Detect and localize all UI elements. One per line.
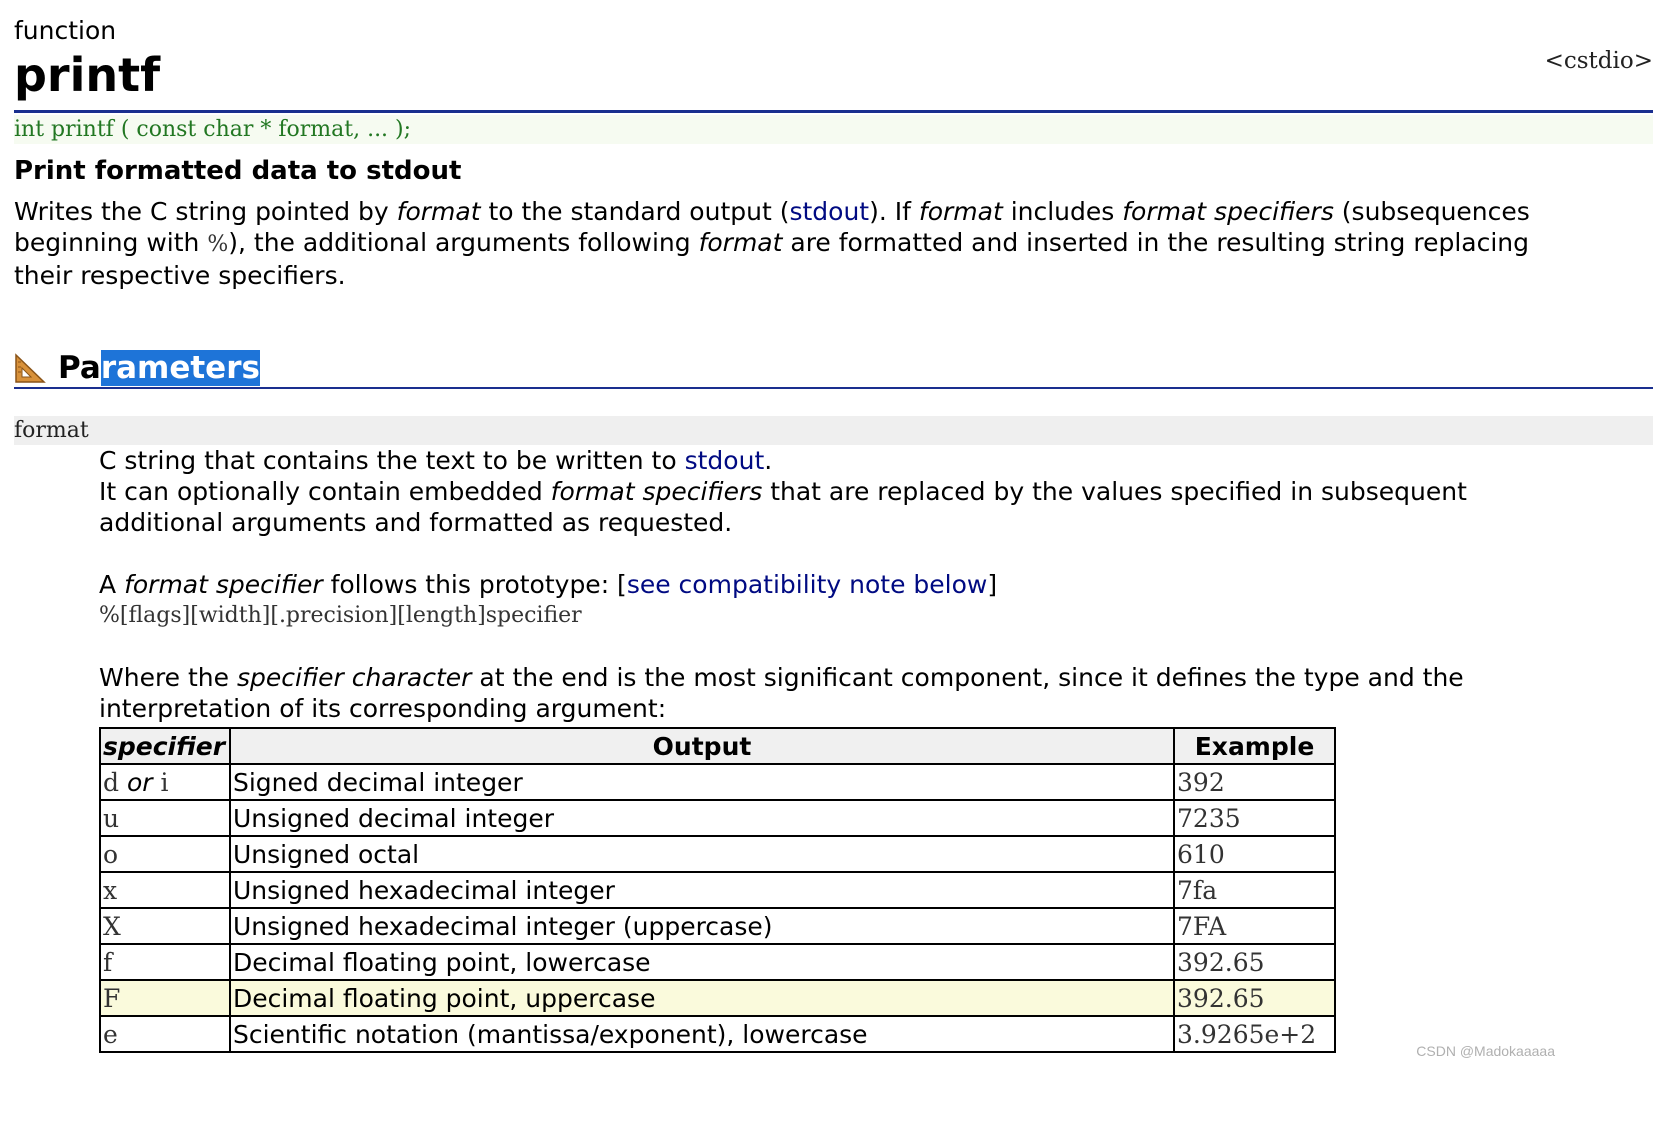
param-description: C string that contains the text to be wr… bbox=[99, 445, 1569, 724]
output-cell: Unsigned decimal integer bbox=[228, 799, 1176, 837]
selected-text: rameters bbox=[100, 350, 260, 386]
table-row: o Unsigned octal 610 bbox=[99, 835, 1336, 873]
specifier-prototype: %[flags][width][.precision][length]speci… bbox=[99, 603, 582, 628]
output-cell: Scientific notation (mantissa/exponent),… bbox=[228, 1015, 1176, 1053]
example-cell: 7235 bbox=[1173, 799, 1336, 837]
example-cell: 7FA bbox=[1173, 907, 1336, 945]
output-cell: Unsigned octal bbox=[228, 835, 1176, 873]
table-row-highlighted: F Decimal floating point, uppercase 392.… bbox=[99, 979, 1336, 1017]
stdout-link-2[interactable]: stdout bbox=[685, 446, 765, 475]
set-square-icon bbox=[15, 353, 46, 383]
output-cell: Decimal floating point, lowercase bbox=[228, 943, 1176, 981]
parameters-title: Parameters bbox=[58, 350, 260, 386]
table-row: X Unsigned hexadecimal integer (uppercas… bbox=[99, 907, 1336, 945]
specifier-cell: d or i bbox=[99, 763, 231, 801]
col-header-specifier: specifier bbox=[99, 727, 231, 765]
watermark: CSDN @Madokaaaaa bbox=[1416, 1043, 1555, 1059]
example-cell: 7fa bbox=[1173, 871, 1336, 909]
specifier-cell: o bbox=[99, 835, 231, 873]
specifier-cell: f bbox=[99, 943, 231, 981]
title-divider bbox=[14, 110, 1653, 113]
section-divider bbox=[14, 387, 1653, 389]
example-cell: 392.65 bbox=[1173, 943, 1336, 981]
entry-kind: function bbox=[14, 16, 117, 45]
example-cell: 610 bbox=[1173, 835, 1336, 873]
specifier-cell: F bbox=[99, 979, 231, 1017]
table-row: x Unsigned hexadecimal integer 7fa bbox=[99, 871, 1336, 909]
example-cell: 3.9265e+2 bbox=[1173, 1015, 1336, 1053]
param-line-4: Where the specifier character at the end… bbox=[99, 663, 1464, 723]
table-header-row: specifier Output Example bbox=[99, 727, 1336, 765]
specifier-cell: u bbox=[99, 799, 231, 837]
output-cell: Signed decimal integer bbox=[228, 763, 1176, 801]
table-row: u Unsigned decimal integer 7235 bbox=[99, 799, 1336, 837]
specifier-cell: x bbox=[99, 871, 231, 909]
function-description: Writes the C string pointed by format to… bbox=[14, 197, 1530, 290]
function-summary: Print formatted data to stdout bbox=[14, 156, 462, 186]
table-row: d or i Signed decimal integer 392 bbox=[99, 763, 1336, 801]
specifier-cell: e bbox=[99, 1015, 231, 1053]
example-cell: 392 bbox=[1173, 763, 1336, 801]
table-row: e Scientific notation (mantissa/exponent… bbox=[99, 1015, 1336, 1053]
param-line-3: A format specifier follows this prototyp… bbox=[99, 570, 998, 599]
param-name-format: format bbox=[14, 416, 1653, 445]
col-header-example: Example bbox=[1173, 727, 1336, 765]
param-line-2: It can optionally contain embedded forma… bbox=[99, 477, 1467, 537]
param-line-1: C string that contains the text to be wr… bbox=[99, 446, 773, 475]
specifier-cell: X bbox=[99, 907, 231, 945]
table-row: f Decimal floating point, lowercase 392.… bbox=[99, 943, 1336, 981]
output-cell: Unsigned hexadecimal integer bbox=[228, 871, 1176, 909]
page-title: printf bbox=[14, 48, 161, 102]
header-library-tag: <cstdio> bbox=[1544, 48, 1653, 74]
stdout-link[interactable]: stdout bbox=[789, 197, 869, 226]
col-header-output: Output bbox=[228, 727, 1176, 765]
compatibility-note-link[interactable]: see compatibility note below bbox=[627, 570, 988, 599]
output-cell: Decimal floating point, uppercase bbox=[228, 979, 1176, 1017]
example-cell: 392.65 bbox=[1173, 979, 1336, 1017]
function-prototype: int printf ( const char * format, ... ); bbox=[14, 115, 1653, 144]
specifier-table: specifier Output Example d or i Signed d… bbox=[99, 727, 1336, 1053]
output-cell: Unsigned hexadecimal integer (uppercase) bbox=[228, 907, 1176, 945]
parameters-heading: Parameters bbox=[14, 348, 260, 388]
